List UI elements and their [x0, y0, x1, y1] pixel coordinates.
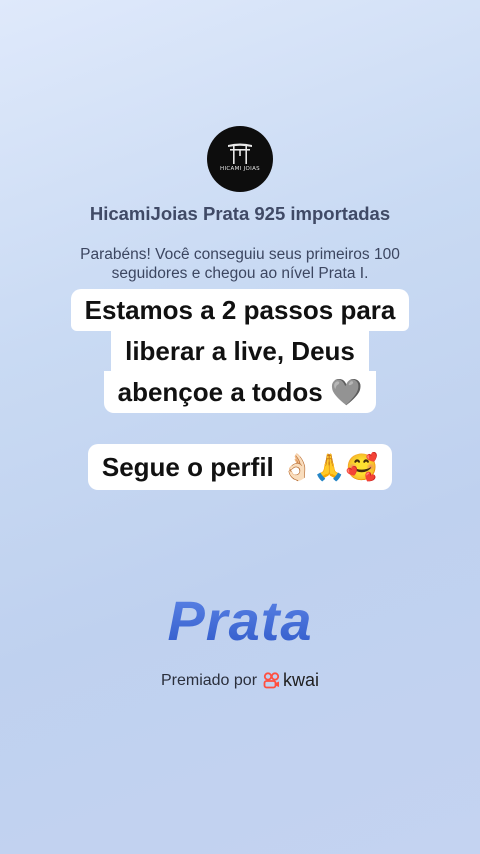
tier-title: Prata: [0, 588, 480, 653]
kwai-logo-icon: [263, 672, 280, 689]
awarded-by: Premiado por kwai: [0, 670, 480, 691]
congrats-line-1: Parabéns! Você conseguiu seus primeiros …: [80, 246, 400, 263]
store-logo[interactable]: HICAMI JOIAS: [207, 126, 273, 192]
caption-line-2: liberar a live, Deus: [111, 330, 369, 372]
congrats-line-2: seguidores e chegou ao nível Prata I.: [111, 265, 369, 282]
caption-line-3: abençoe a todos 🩶: [103, 371, 377, 413]
logo-text: HICAMI JOIAS: [220, 166, 260, 172]
caption-block: Estamos a 2 passos para liberar a live, …: [0, 289, 480, 413]
caption-line-1: Estamos a 2 passos para: [70, 289, 410, 331]
store-name[interactable]: HicamiJoias Prata 925 importadas: [0, 203, 480, 225]
kwai-wordmark: kwai: [283, 670, 320, 690]
congrats-message: Parabéns! Você conseguiu seus primeiros …: [40, 245, 440, 283]
awarded-label: Premiado por: [160, 671, 258, 689]
kwai-brand: kwai: [263, 670, 319, 691]
caption-line-4: Segue o perfil 👌🏻🙏🥰: [87, 444, 393, 490]
torii-gate-icon: [228, 143, 252, 164]
caption-follow-block: Segue o perfil 👌🏻🙏🥰: [0, 444, 480, 490]
